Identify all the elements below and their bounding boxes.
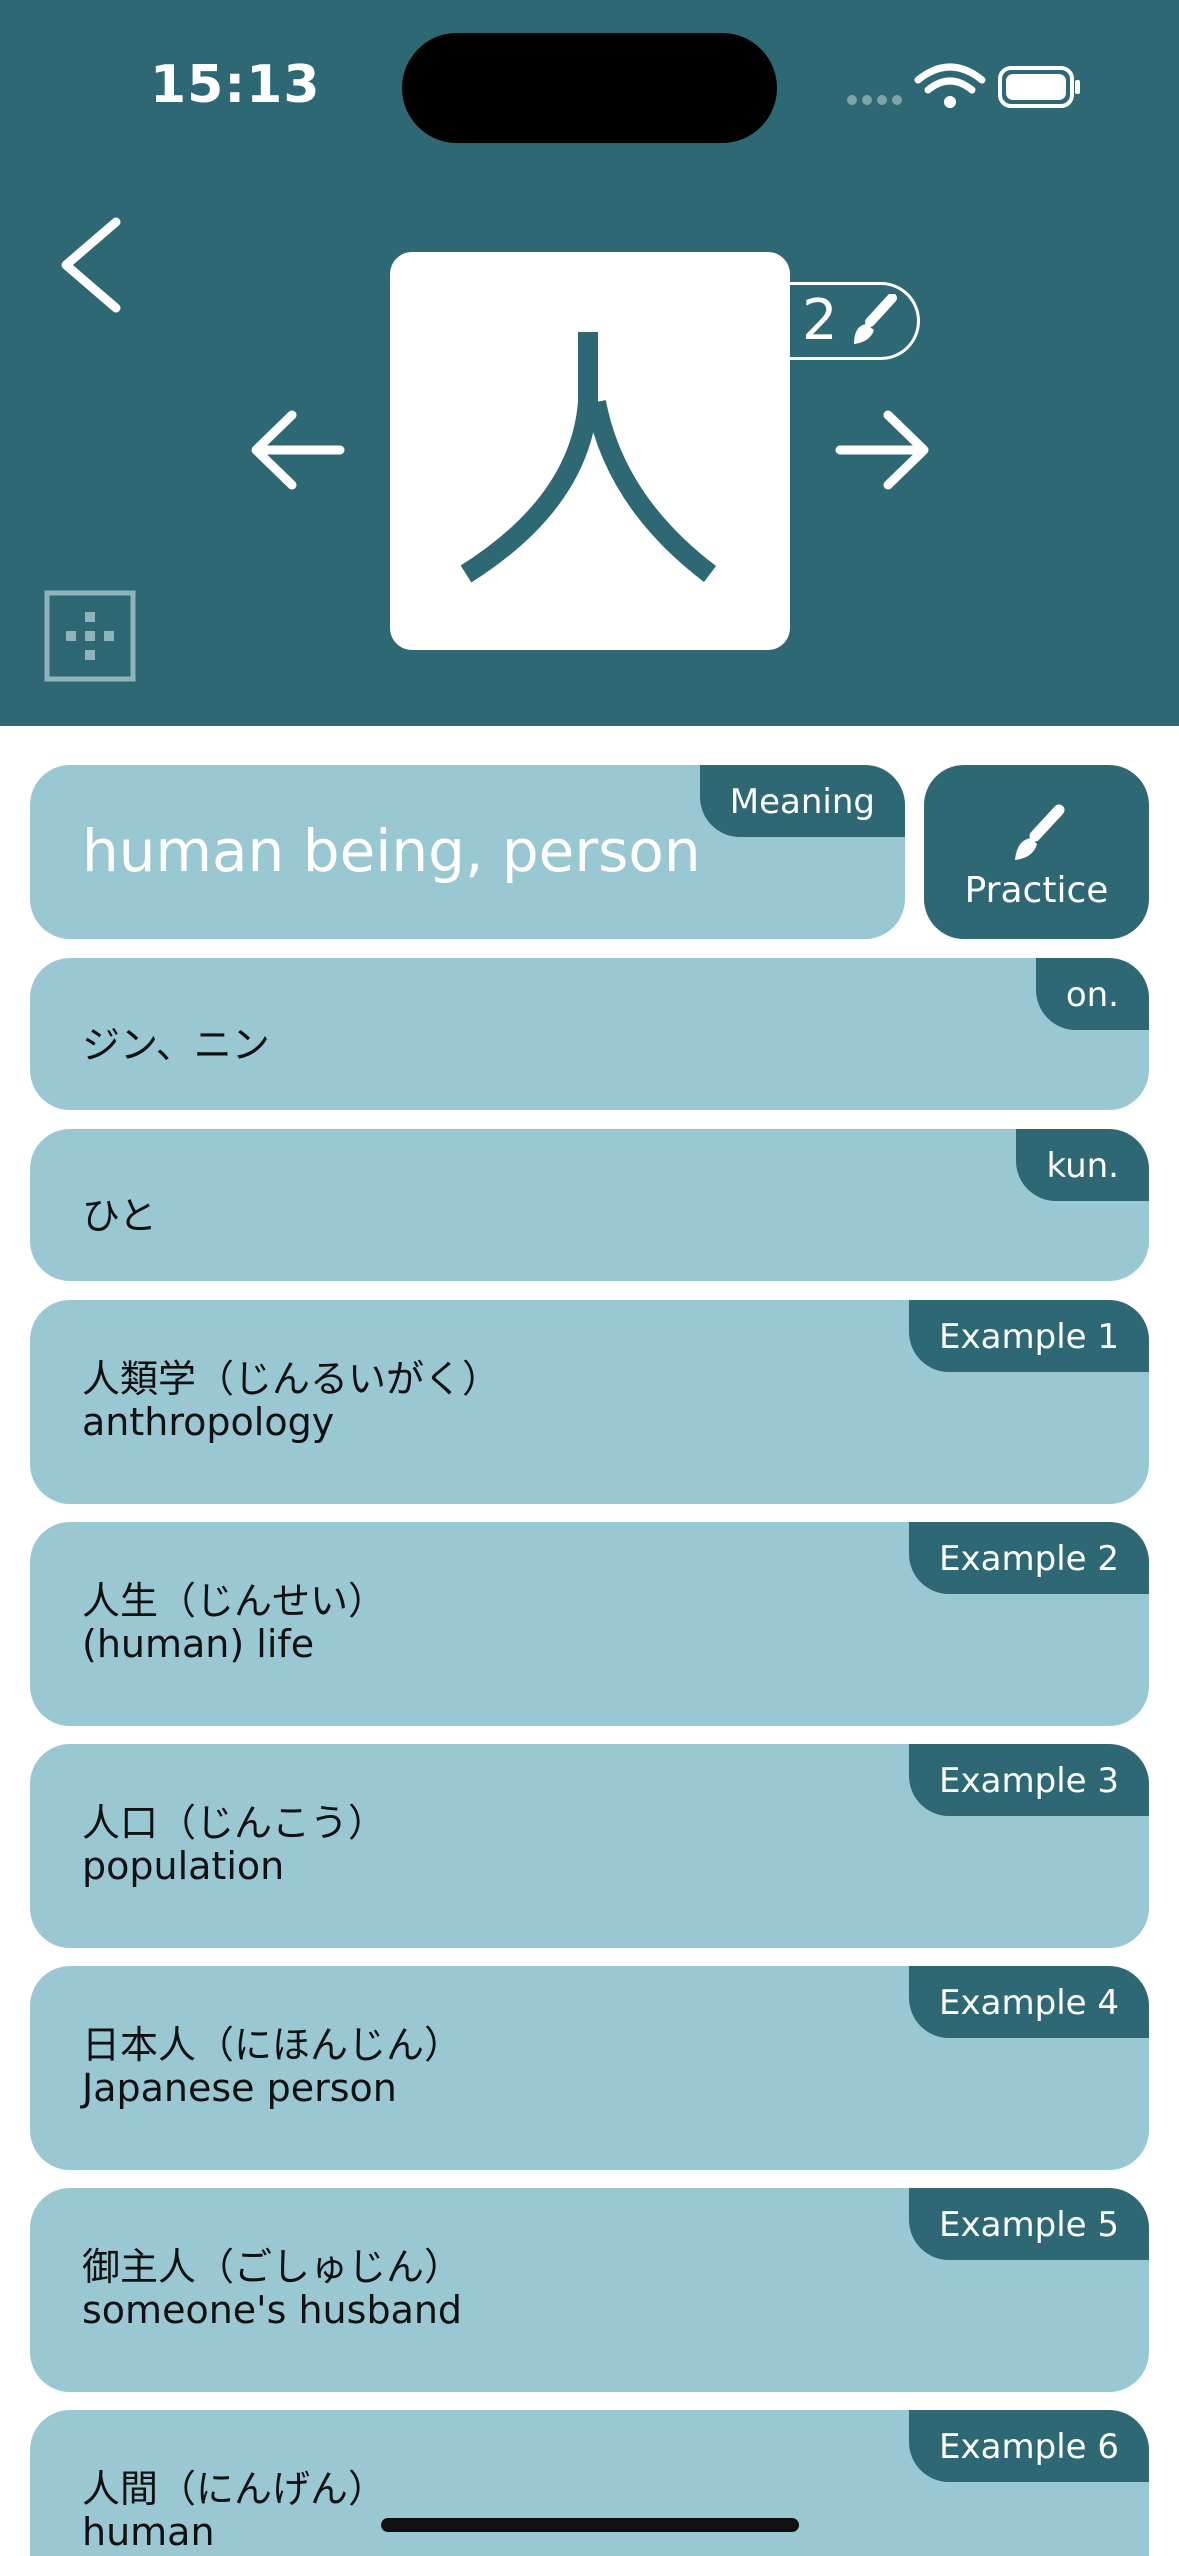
on-reading-card: on. ジン、ニン: [30, 958, 1149, 1110]
example-card: Example 6 人間（にんげん） human: [30, 2410, 1149, 2556]
on-reading-text: ジン、ニン: [82, 1023, 270, 1067]
example-card: Example 3 人口（じんこう） population: [30, 1744, 1149, 1948]
example-word: 人生（じんせい）: [82, 1579, 387, 1623]
arrow-right-icon[interactable]: [832, 405, 932, 495]
signal-icon: [847, 95, 902, 105]
meaning-tag: Meaning: [699, 765, 905, 837]
kanji-detail-screen: 15:13 2 Meaning human being, person Prac…: [0, 0, 1179, 2556]
meaning-card: Meaning human being, person: [30, 765, 905, 939]
example-card: Example 5 御主人（ごしゅじん） someone's husband: [30, 2188, 1149, 2392]
header: 15:13 2: [0, 0, 1179, 726]
example-meaning: anthropology: [82, 1400, 335, 1444]
home-indicator: [381, 2518, 799, 2532]
on-reading-tag: on.: [1035, 958, 1149, 1030]
kun-reading-tag: kun.: [1016, 1129, 1149, 1201]
meaning-text: human being, person: [82, 817, 701, 885]
stroke-count: 2: [802, 288, 838, 353]
example-tag: Example 2: [909, 1522, 1149, 1594]
practice-button[interactable]: Practice: [924, 765, 1149, 939]
example-meaning: population: [82, 1844, 285, 1888]
kanji-character: [460, 332, 717, 583]
wifi-dot: [944, 96, 956, 108]
example-word: 人類学（じんるいがく）: [82, 1357, 501, 1401]
battery-icon: [998, 66, 1080, 108]
example-tag: Example 6: [909, 2410, 1149, 2482]
stroke-count-badge: 2: [786, 282, 920, 360]
arrow-left-icon[interactable]: [248, 405, 348, 495]
brush-icon: [853, 294, 897, 344]
example-tag: Example 3: [909, 1744, 1149, 1816]
grid-icon[interactable]: [44, 590, 136, 682]
example-meaning: someone's husband: [82, 2288, 463, 2332]
example-meaning: human: [82, 2510, 215, 2554]
example-tag: Example 1: [909, 1300, 1149, 1372]
wifi-icon: [914, 63, 986, 94]
example-meaning: Japanese person: [82, 2066, 397, 2110]
example-card: Example 4 日本人（にほんじん） Japanese person: [30, 1966, 1149, 2170]
dynamic-island: [402, 33, 777, 143]
kun-reading-card: kun. ひと: [30, 1129, 1149, 1281]
practice-label: Practice: [964, 869, 1109, 911]
example-tag: Example 5: [909, 2188, 1149, 2260]
example-card: Example 2 人生（じんせい） (human) life: [30, 1522, 1149, 1726]
status-time: 15:13: [150, 55, 321, 115]
example-word: 日本人（にほんじん）: [82, 2023, 463, 2067]
example-word: 人口（じんこう）: [82, 1801, 387, 1845]
kun-reading-text: ひと: [82, 1194, 157, 1238]
example-tag: Example 4: [909, 1966, 1149, 2038]
example-word: 御主人（ごしゅじん）: [82, 2245, 463, 2289]
example-meaning: (human) life: [82, 1622, 315, 1666]
chevron-left-icon[interactable]: [50, 210, 140, 320]
example-word: 人間（にんげん）: [82, 2467, 387, 2511]
status-icons: [847, 63, 1080, 108]
example-card: Example 1 人類学（じんるいがく） anthropology: [30, 1300, 1149, 1504]
brush-icon: [1014, 804, 1064, 860]
kanji-card: [390, 252, 790, 650]
